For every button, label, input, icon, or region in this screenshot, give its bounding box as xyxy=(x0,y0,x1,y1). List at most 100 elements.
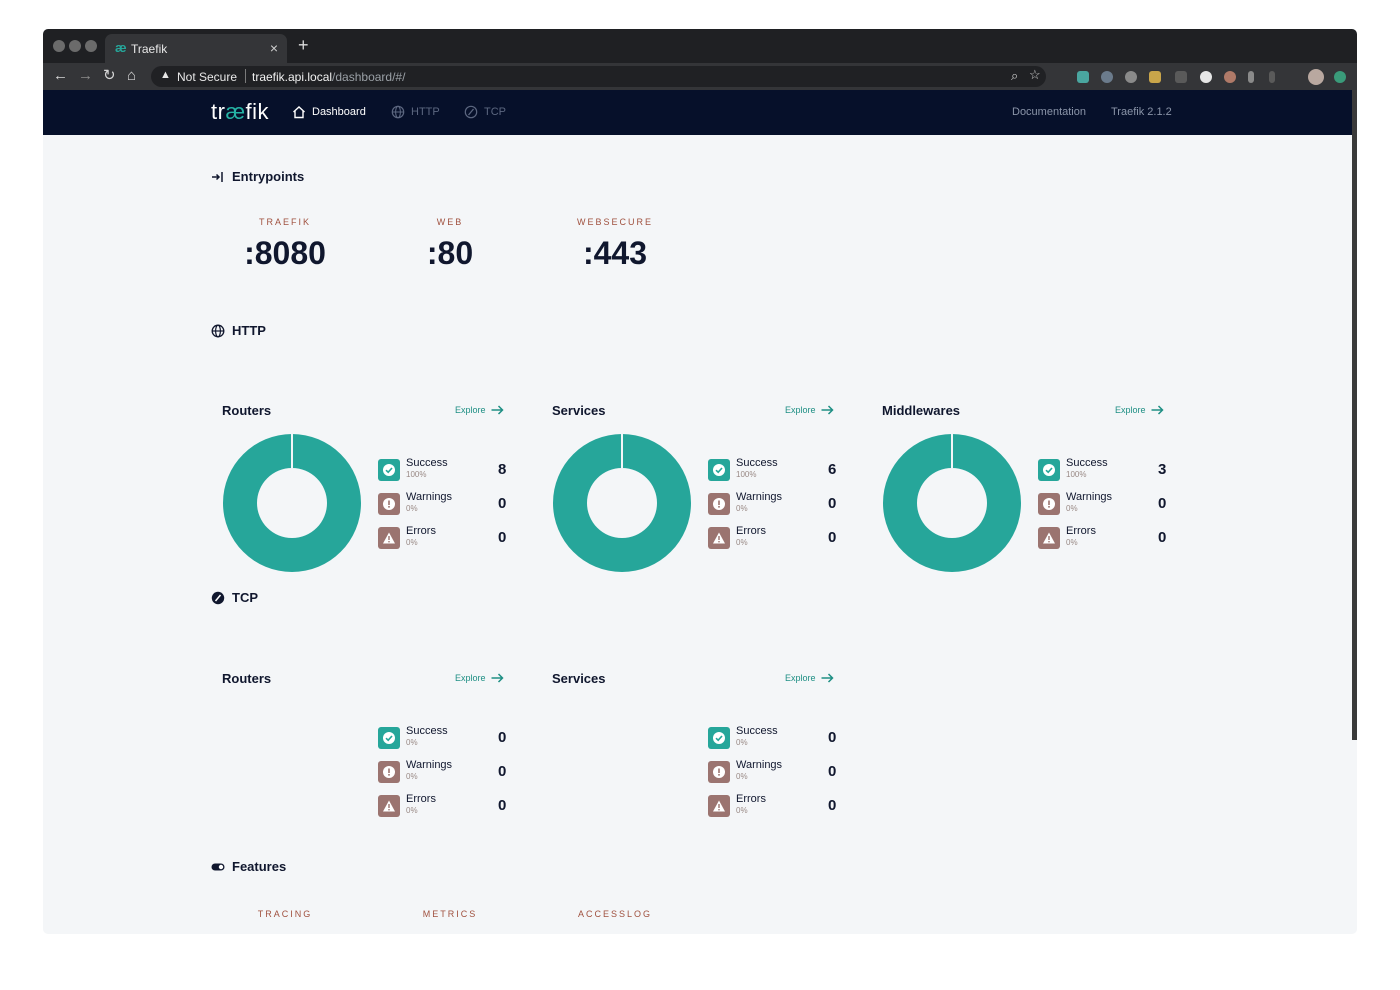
tcp-routers-explore-link[interactable]: Explore xyxy=(455,673,504,683)
extension-circle-icon[interactable] xyxy=(1200,71,1212,83)
zoom-icon[interactable]: ⌕ xyxy=(1011,68,1018,84)
explore-label: Explore xyxy=(455,673,486,683)
new-tab-button[interactable]: + xyxy=(298,35,309,56)
scrollbar[interactable] xyxy=(1352,90,1357,740)
tab-bar: æ Traefik × + xyxy=(43,29,1357,63)
success-count: 8 xyxy=(498,461,507,478)
http-middlewares-errors: Errors 0% 0 xyxy=(1038,525,1168,549)
errors-badge xyxy=(378,527,400,549)
errors-badge xyxy=(708,527,730,549)
reload-icon[interactable]: ↻ xyxy=(103,67,116,85)
home-icon[interactable]: ⌂ xyxy=(127,67,136,85)
extension-gear-icon[interactable] xyxy=(1149,71,1161,83)
extension-pen-icon[interactable] xyxy=(1248,71,1254,83)
close-tab-icon[interactable]: × xyxy=(270,40,278,56)
globe-icon xyxy=(211,324,225,337)
warnings-label: Warnings xyxy=(1066,491,1113,503)
warning-triangle-icon xyxy=(713,800,725,812)
extension-menu-icon[interactable] xyxy=(1334,71,1346,83)
warning-icon: ▲ xyxy=(160,69,171,81)
warnings-count: 0 xyxy=(498,763,507,780)
url-host: traefik.api.local xyxy=(252,70,333,84)
errors-percent: 0% xyxy=(406,538,418,547)
check-circle-icon xyxy=(383,464,395,476)
back-icon[interactable]: ← xyxy=(53,67,68,85)
http-services-explore-link[interactable]: Explore xyxy=(785,405,834,415)
warnings-badge xyxy=(1038,493,1060,515)
errors-percent: 0% xyxy=(736,538,748,547)
success-percent: 100% xyxy=(406,470,427,479)
tcp-icon xyxy=(464,105,478,119)
http-routers-warnings: Warnings 0% 0 xyxy=(378,491,508,515)
extension-target-icon[interactable] xyxy=(1125,71,1137,83)
version-label: Traefik 2.1.2 xyxy=(1111,106,1172,118)
extension-window-icon[interactable] xyxy=(1175,71,1187,83)
url-separator xyxy=(245,69,246,83)
errors-count: 0 xyxy=(1158,529,1167,546)
explore-label: Explore xyxy=(455,405,486,415)
entrypoint-web: WEB :80 xyxy=(370,217,530,272)
traefik-logo[interactable]: træfik xyxy=(211,99,269,125)
nav-tcp-label: TCP xyxy=(484,106,506,118)
nav-tcp[interactable]: TCP xyxy=(464,105,506,119)
http-routers-errors: Errors 0% 0 xyxy=(378,525,508,549)
forward-icon[interactable]: → xyxy=(78,67,93,85)
profile-avatar[interactable] xyxy=(1308,69,1324,85)
success-count: 6 xyxy=(828,461,837,478)
extension-react-icon[interactable] xyxy=(1101,71,1113,83)
nav-dashboard[interactable]: Dashboard xyxy=(292,105,366,119)
bookmark-star-icon[interactable]: ☆ xyxy=(1029,67,1041,83)
entrypoint-port: :443 xyxy=(582,235,648,271)
maximize-window-button[interactable] xyxy=(85,40,97,52)
warnings-percent: 0% xyxy=(736,772,748,781)
errors-label: Errors xyxy=(736,525,766,537)
warnings-badge xyxy=(378,761,400,783)
entrypoint-websecure: WEBSECURE :443 xyxy=(535,217,695,272)
errors-percent: 0% xyxy=(406,806,418,815)
errors-count: 0 xyxy=(498,797,507,814)
errors-label: Errors xyxy=(1066,525,1096,537)
exclamation-circle-icon xyxy=(383,766,395,778)
errors-label: Errors xyxy=(406,525,436,537)
extension-t-icon[interactable] xyxy=(1224,71,1236,83)
extension-vue-icon[interactable] xyxy=(1077,71,1089,83)
http-routers-explore-link[interactable]: Explore xyxy=(455,405,504,415)
browser-window: æ Traefik × + ← → ↻ ⌂ ▲ Not Secure traef… xyxy=(43,29,1357,934)
browser-tab[interactable]: æ Traefik × xyxy=(105,34,287,63)
exclamation-circle-icon xyxy=(1043,498,1055,510)
http-middlewares-explore-link[interactable]: Explore xyxy=(1115,405,1164,415)
extension-slash-icon[interactable] xyxy=(1269,71,1275,83)
success-label: Success xyxy=(736,725,778,737)
errors-label: Errors xyxy=(736,793,766,805)
url-input[interactable]: ▲ Not Secure traefik.api.local/dashboard… xyxy=(151,66,1046,87)
url-path: /dashboard/#/ xyxy=(332,70,406,84)
entrypoint-port: :8080 xyxy=(244,235,326,271)
feature-accesslog: ACCESSLOG xyxy=(577,909,653,919)
tcp-services-explore-link[interactable]: Explore xyxy=(785,673,834,683)
explore-label: Explore xyxy=(785,405,816,415)
http-services-errors: Errors 0% 0 xyxy=(708,525,838,549)
minimize-window-button[interactable] xyxy=(69,40,81,52)
errors-badge xyxy=(1038,527,1060,549)
errors-percent: 0% xyxy=(1066,538,1078,547)
tcp-routers-warnings: Warnings 0% 0 xyxy=(378,759,508,783)
success-percent: 100% xyxy=(736,470,757,479)
http-middlewares-success: Success 100% 3 xyxy=(1038,457,1168,481)
documentation-link[interactable]: Documentation xyxy=(1012,106,1086,118)
tcp-icon xyxy=(211,591,225,604)
entrypoints-icon xyxy=(212,171,223,182)
warnings-count: 0 xyxy=(828,763,837,780)
success-badge xyxy=(708,459,730,481)
warning-triangle-icon xyxy=(1043,532,1055,544)
success-count: 0 xyxy=(498,729,507,746)
features-section-title: Features xyxy=(211,859,286,874)
explore-label: Explore xyxy=(1115,405,1146,415)
nav-http-label: HTTP xyxy=(411,106,440,118)
warnings-badge xyxy=(708,493,730,515)
close-window-button[interactable] xyxy=(53,40,65,52)
nav-http[interactable]: HTTP xyxy=(391,105,440,119)
exclamation-circle-icon xyxy=(713,498,725,510)
http-routers-title: Routers xyxy=(222,403,272,418)
http-section-title-text: HTTP xyxy=(232,323,266,338)
success-count: 0 xyxy=(828,729,837,746)
